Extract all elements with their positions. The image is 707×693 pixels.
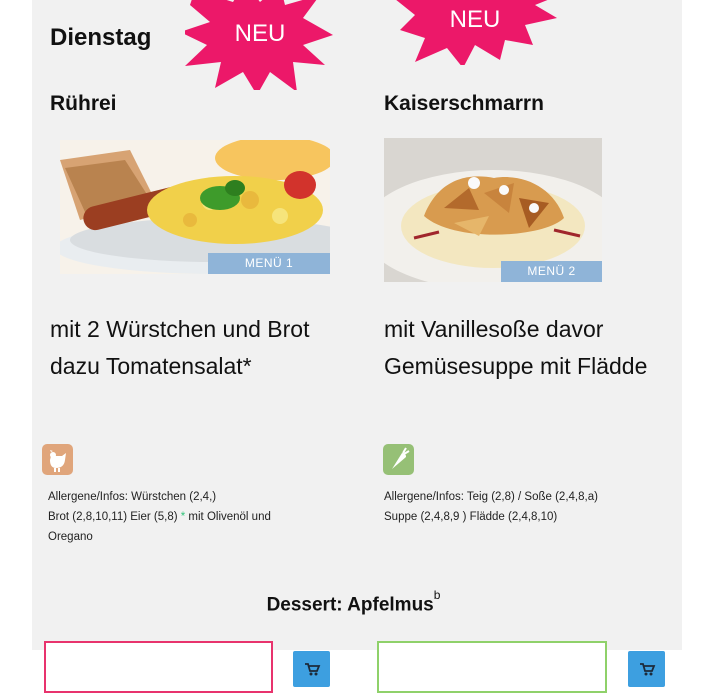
menu-1-add-to-cart-button[interactable]	[293, 651, 330, 687]
menu-2-description-line-2: Gemüsesuppe mit Flädde	[384, 353, 648, 379]
carrot-icon	[383, 444, 414, 475]
menu-1-allergens: Allergene/Infos: Würstchen (2,4,) Brot (…	[48, 487, 348, 547]
menu-2-tag: MENÜ 2	[501, 261, 602, 282]
menu-2-title: Kaiserschmarrn	[384, 92, 544, 115]
new-badge-2-label: NEU	[449, 6, 501, 33]
dessert-text: Dessert: Apfelmus	[266, 594, 434, 616]
dessert-label: Dessert: Apfelmusb	[0, 588, 707, 616]
cart-icon	[639, 663, 655, 676]
menu-2-add-to-cart-button[interactable]	[628, 651, 665, 687]
day-heading: Dienstag	[50, 24, 152, 51]
menu-1-allergen-line-1: Allergene/Infos: Würstchen (2,4,)	[48, 491, 217, 503]
menu-1-description: mit 2 Würstchen und Brot dazu Tomatensal…	[50, 311, 310, 385]
menu-2-allergens: Allergene/Infos: Teig (2,8) / Soße (2,4,…	[384, 487, 694, 527]
menu-1-allergen-line-2b: mit Olivenöl und	[185, 511, 271, 523]
menu-2-quantity-input[interactable]	[377, 641, 607, 693]
menu-1-description-line-1: mit 2 Würstchen und Brot	[50, 316, 310, 342]
menu-1-description-line-2: dazu Tomatensalat*	[50, 353, 252, 379]
new-badge-1-label: NEU	[234, 20, 286, 47]
new-badge-1: NEU	[180, 0, 335, 95]
menu-1-allergen-line-2: Brot (2,8,10,11) Eier (5,8)	[48, 511, 181, 523]
menu-1-title: Rührei	[50, 92, 117, 115]
menu-1-allergen-line-3: Oregano	[48, 531, 93, 543]
menu-1-quantity-input[interactable]	[44, 641, 273, 693]
cart-icon	[304, 663, 320, 676]
menu-2-photo[interactable]: MENÜ 2	[384, 138, 602, 282]
new-badge-2: NEU	[385, 0, 565, 68]
menu-1-photo[interactable]: MENÜ 1	[60, 140, 330, 274]
menu-2-allergen-line-2: Suppe (2,4,8,9 ) Flädde (2,4,8,10)	[384, 511, 558, 523]
menu-1-tag: MENÜ 1	[208, 253, 330, 274]
menu-2-description: mit Vanillesoße davor Gemüsesuppe mit Fl…	[384, 311, 647, 385]
chicken-icon	[42, 444, 73, 475]
dessert-allergen-superscript: b	[433, 588, 441, 602]
menu-2-description-line-1: mit Vanillesoße davor	[384, 316, 604, 342]
menu-2-allergen-line-1: Allergene/Infos: Teig (2,8) / Soße (2,4,…	[384, 491, 598, 503]
